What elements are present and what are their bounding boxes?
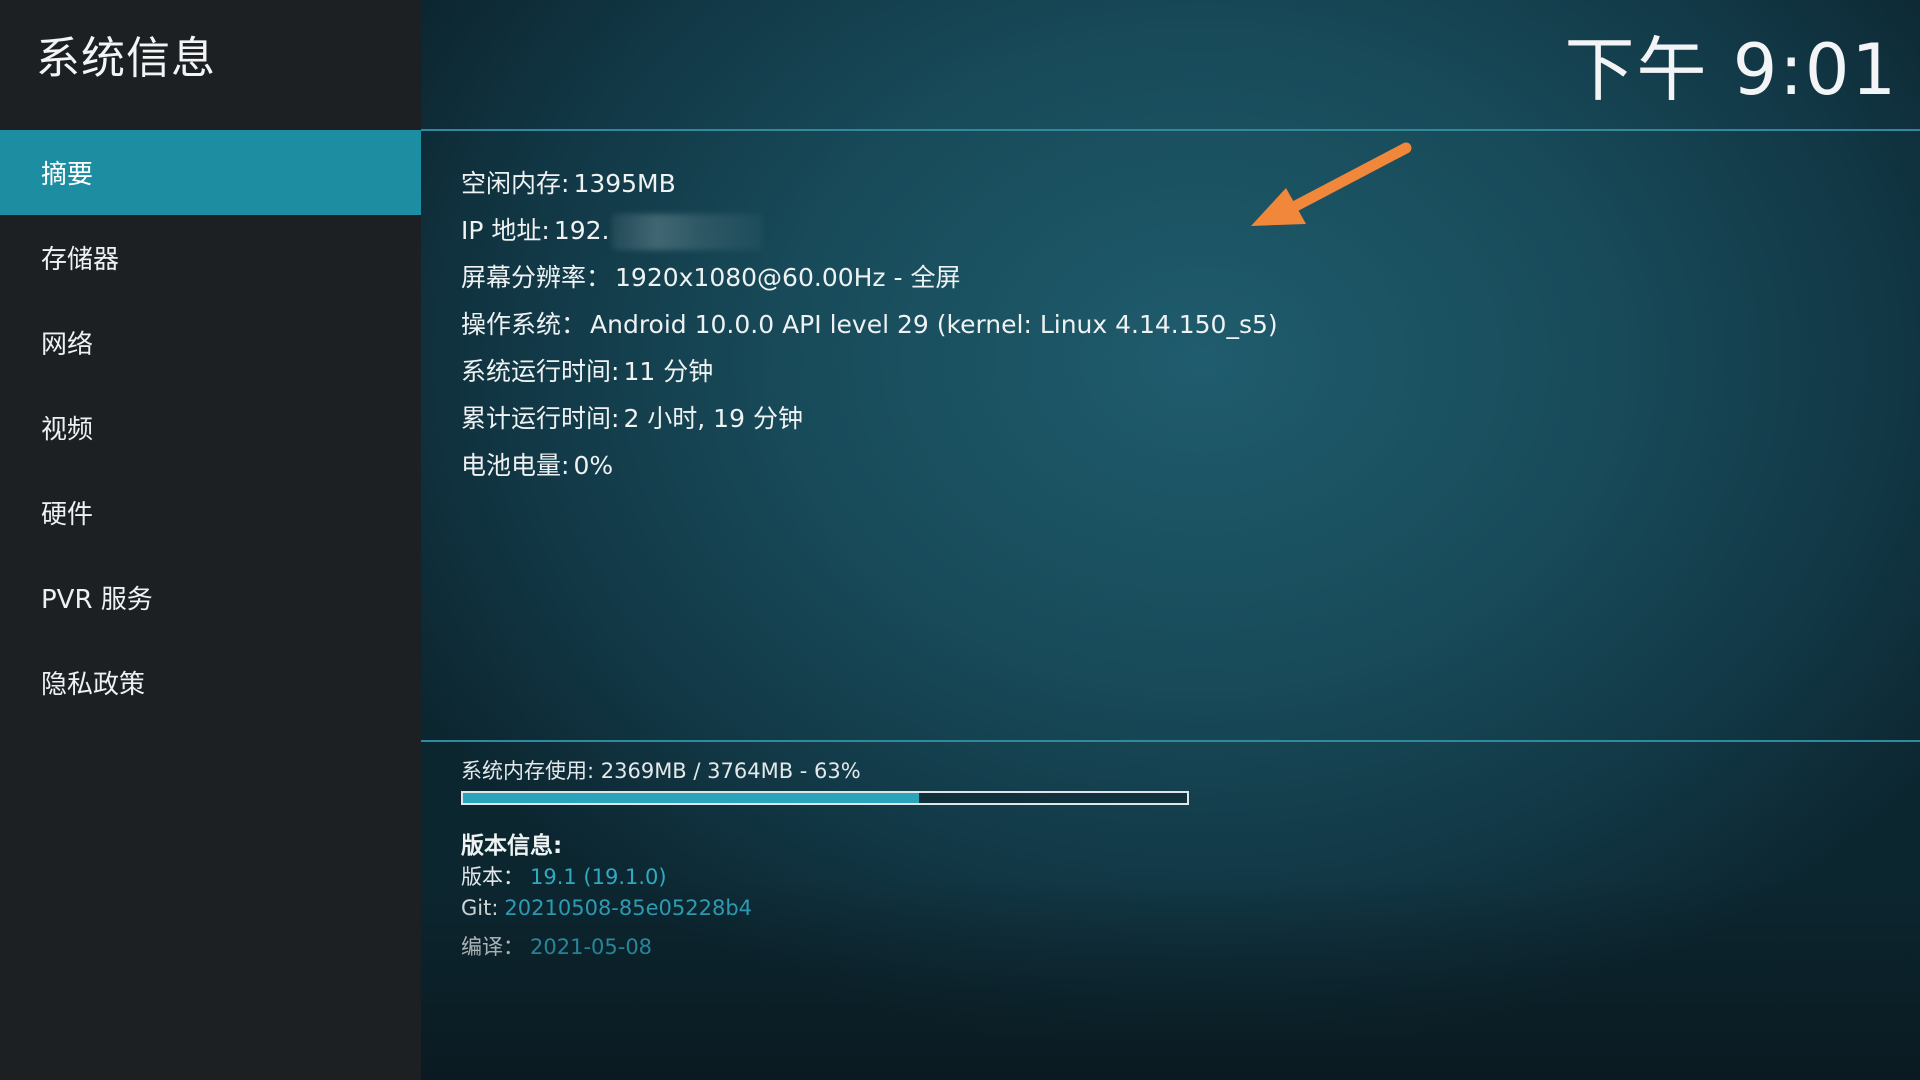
info-total-uptime: 累计运行时间: 2 小时, 19 分钟 bbox=[461, 398, 1278, 445]
sidebar-item-privacy[interactable]: 隐私政策 bbox=[0, 640, 421, 725]
version-label: 版本： bbox=[461, 865, 524, 889]
info-label: 空闲内存: bbox=[461, 169, 570, 198]
header-divider bbox=[421, 129, 1920, 131]
summary-info-list: 空闲内存: 1395MB IP 地址: 192. 屏幕分辨率： 1920x1080@6… bbox=[461, 163, 1278, 492]
git-value: 20210508-85e05228b4 bbox=[504, 896, 753, 920]
info-value: 2 小时, 19 分钟 bbox=[623, 404, 803, 433]
main-panel: 下午 9:01 空闲内存: 1395MB IP 地址: 192. 屏幕分辨率： 192… bbox=[421, 0, 1920, 1080]
git-label: Git: bbox=[461, 896, 499, 920]
system-info-screen: 系统信息 摘要 存储器 网络 视频 硬件 PVR 服务 隐私政策 下午 9:01… bbox=[0, 0, 1920, 1080]
git-row: Git: 20210508-85e05228b4 bbox=[461, 896, 752, 920]
info-battery: 电池电量: 0% bbox=[461, 445, 1278, 492]
info-value: 192. bbox=[553, 216, 610, 245]
info-value: 0% bbox=[573, 451, 614, 480]
info-value: 1395MB bbox=[573, 169, 676, 198]
sidebar-item-summary[interactable]: 摘要 bbox=[0, 130, 421, 215]
build-value: 2021-05-08 bbox=[530, 935, 653, 959]
sidebar-item-pvr[interactable]: PVR 服务 bbox=[0, 555, 421, 640]
info-label: IP 地址: bbox=[461, 216, 550, 245]
info-os: 操作系统： Android 10.0.0 API level 29 (kernel… bbox=[461, 304, 1278, 351]
sidebar-item-hardware[interactable]: 硬件 bbox=[0, 470, 421, 555]
memory-usage-bar-fill bbox=[463, 793, 920, 803]
info-ip-address: IP 地址: 192. bbox=[461, 210, 1278, 257]
version-heading: 版本信息: bbox=[461, 833, 563, 859]
info-uptime: 系统运行时间: 11 分钟 bbox=[461, 351, 1278, 398]
sidebar: 系统信息 摘要 存储器 网络 视频 硬件 PVR 服务 隐私政策 bbox=[0, 0, 421, 1080]
sidebar-item-network[interactable]: 网络 bbox=[0, 300, 421, 385]
annotation-arrow-icon bbox=[1251, 142, 1412, 226]
section-divider bbox=[421, 740, 1920, 742]
page-title: 系统信息 bbox=[36, 33, 216, 84]
info-label: 系统运行时间: bbox=[461, 357, 620, 386]
info-label: 电池电量: bbox=[461, 451, 570, 480]
info-value: 11 分钟 bbox=[623, 357, 714, 386]
info-free-memory: 空闲内存: 1395MB bbox=[461, 163, 1278, 210]
info-label: 累计运行时间: bbox=[461, 404, 620, 433]
memory-usage-bar bbox=[461, 791, 1189, 805]
build-row: 编译： 2021-05-08 bbox=[461, 931, 652, 961]
version-row: 版本： 19.1 (19.1.0) bbox=[461, 861, 667, 891]
info-value: 1920x1080@60.00Hz - 全屏 bbox=[615, 263, 961, 292]
sidebar-item-storage[interactable]: 存储器 bbox=[0, 215, 421, 300]
sidebar-item-video[interactable]: 视频 bbox=[0, 385, 421, 470]
info-resolution: 屏幕分辨率： 1920x1080@60.00Hz - 全屏 bbox=[461, 257, 1278, 304]
info-label: 操作系统： bbox=[461, 310, 587, 339]
clock: 下午 9:01 bbox=[1564, 29, 1898, 111]
info-value: Android 10.0.0 API level 29 (kernel: Lin… bbox=[590, 310, 1278, 339]
info-label: 屏幕分辨率： bbox=[461, 263, 612, 292]
version-value: 19.1 (19.1.0) bbox=[530, 865, 667, 889]
sidebar-nav: 摘要 存储器 网络 视频 硬件 PVR 服务 隐私政策 bbox=[0, 130, 421, 725]
build-label: 编译： bbox=[461, 935, 524, 959]
ip-redaction-blur bbox=[611, 214, 762, 250]
memory-usage-text: 系统内存使用: 2369MB / 3764MB - 63% bbox=[461, 759, 861, 783]
